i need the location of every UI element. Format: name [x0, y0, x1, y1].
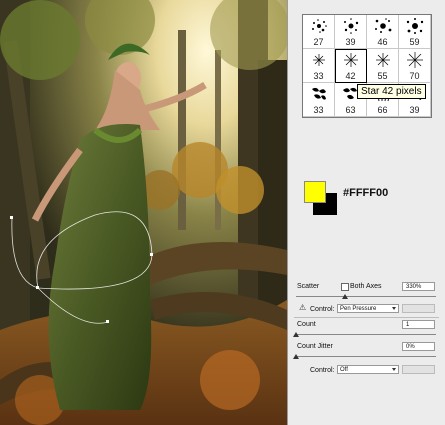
- star-brush-icon: [344, 53, 358, 67]
- count-slider-thumb[interactable]: [293, 332, 299, 337]
- leaf-brush-icon: [312, 87, 326, 100]
- brush-preset[interactable]: 46: [367, 15, 399, 49]
- brush-size-label: 39: [345, 37, 356, 47]
- brush-preset[interactable]: 33: [303, 49, 335, 83]
- brush-preset-selected[interactable]: 42: [335, 49, 367, 83]
- count-control-select[interactable]: Off: [337, 365, 399, 374]
- count-control-label: Control:: [310, 367, 335, 374]
- brush-preset[interactable]: 33: [303, 83, 335, 117]
- scatter-slider-thumb[interactable]: [342, 294, 348, 299]
- scatter-value-field[interactable]: 330%: [402, 282, 435, 291]
- scatter-slider-track[interactable]: [296, 296, 436, 297]
- count-control-value: Off: [340, 367, 348, 373]
- spatter-brush-icon: [406, 18, 424, 34]
- scatter-control-value: Pen Pressure: [340, 306, 377, 312]
- count-jitter-value-field[interactable]: 0%: [402, 342, 435, 351]
- count-slider-track[interactable]: [296, 334, 436, 335]
- brush-size-label: 55: [377, 71, 388, 81]
- count-control-extra-field: [402, 365, 435, 374]
- brush-size-label: 59: [409, 37, 420, 47]
- count-jitter-slider-track[interactable]: [296, 356, 436, 357]
- scatter-control-select[interactable]: Pen Pressure: [337, 304, 399, 313]
- scatter-control-extra-field: [402, 304, 435, 313]
- divider: [294, 317, 439, 318]
- warning-icon: ⚠: [299, 303, 307, 312]
- brush-size-label: 63: [345, 105, 356, 115]
- foreground-color-swatch[interactable]: [304, 181, 326, 203]
- brush-preset[interactable]: 27: [303, 15, 335, 49]
- brush-size-label: 70: [409, 71, 420, 81]
- document-canvas[interactable]: [0, 0, 287, 425]
- brush-tooltip: Star 42 pixels: [357, 84, 426, 99]
- brush-size-label: 39: [409, 105, 420, 115]
- chevron-down-icon: [392, 368, 396, 371]
- forest-photo: [0, 0, 287, 425]
- both-axes-label: Both Axes: [350, 283, 382, 290]
- brush-size-label: 33: [313, 105, 324, 115]
- brush-preset[interactable]: 70: [399, 49, 431, 83]
- spatter-brush-icon: [344, 18, 359, 34]
- brush-preset-grid: 27 39 46 59 33 42 55 70 33 63 66 39: [302, 14, 432, 118]
- brush-size-label: 33: [313, 71, 324, 81]
- chevron-down-icon: [392, 307, 396, 310]
- brush-preset[interactable]: 55: [367, 49, 399, 83]
- both-axes-checkbox[interactable]: [341, 283, 349, 291]
- count-jitter-slider-thumb[interactable]: [293, 354, 299, 359]
- star-brush-icon: [407, 52, 423, 68]
- count-label: Count: [297, 321, 316, 328]
- color-hex-value: #FFFF00: [343, 187, 389, 199]
- scatter-control-label: Control:: [310, 306, 335, 313]
- star-brush-icon: [376, 53, 390, 67]
- brush-size-label: 66: [377, 105, 388, 115]
- star-brush-icon: [313, 54, 325, 66]
- brush-size-label: 42: [345, 71, 356, 81]
- brush-preset[interactable]: 59: [399, 15, 431, 49]
- count-value-field[interactable]: 1: [402, 320, 435, 329]
- brush-size-label: 46: [377, 37, 388, 47]
- spatter-brush-icon: [312, 19, 327, 33]
- brush-preset[interactable]: 39: [335, 15, 367, 49]
- brush-size-label: 27: [313, 37, 324, 47]
- spatter-brush-icon: [375, 18, 392, 33]
- scatter-label: Scatter: [297, 283, 320, 290]
- count-jitter-label: Count Jitter: [297, 343, 333, 350]
